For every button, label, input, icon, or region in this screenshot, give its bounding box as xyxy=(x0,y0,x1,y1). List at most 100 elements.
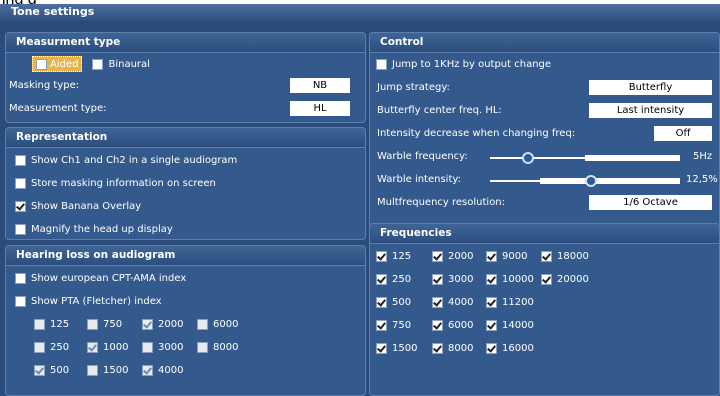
pta-index-option[interactable]: Show PTA (Fletcher) index xyxy=(15,293,162,309)
frequency-18000[interactable]: 18000 xyxy=(541,248,589,264)
frequency-11200-checkbox[interactable] xyxy=(486,296,497,308)
warble-intensity-bar xyxy=(540,178,680,184)
hl-freq-500[interactable]: 500 xyxy=(34,362,69,378)
intensity-decrease-field[interactable]: Off xyxy=(654,126,712,141)
butterfly-center-field[interactable]: Last intensity xyxy=(589,103,712,118)
hl-freq-3000[interactable]: 3000 xyxy=(142,339,183,355)
frequency-10000-checkbox[interactable] xyxy=(486,273,497,285)
warble-frequency-track[interactable] xyxy=(490,157,585,159)
warble-frequency-slider-handle[interactable] xyxy=(522,152,534,164)
jump-1khz-checkbox[interactable] xyxy=(376,58,387,70)
frequency-8000[interactable]: 8000 xyxy=(432,340,473,356)
hl-freq-1500-checkbox[interactable] xyxy=(87,364,98,376)
frequency-9000[interactable]: 9000 xyxy=(486,248,527,264)
frequency-2000[interactable]: 2000 xyxy=(432,248,473,264)
hl-freq-8000-checkbox[interactable] xyxy=(197,341,208,353)
european-index-option[interactable]: Show european CPT-AMA index xyxy=(15,270,186,286)
frequency-125-checkbox[interactable] xyxy=(376,250,387,262)
representation-option-3-checkbox[interactable] xyxy=(15,200,26,212)
jump-strategy-field[interactable]: Butterfly xyxy=(589,80,712,95)
frequency-500[interactable]: 500 xyxy=(376,294,411,310)
representation-option-4[interactable]: Magnify the head up display xyxy=(15,221,173,237)
frequency-11200[interactable]: 11200 xyxy=(486,294,534,310)
hl-freq-250-checkbox[interactable] xyxy=(34,341,45,353)
frequency-750-checkbox[interactable] xyxy=(376,319,387,331)
frequency-250[interactable]: 250 xyxy=(376,271,411,287)
hl-freq-125-checkbox[interactable] xyxy=(34,318,45,330)
european-index-checkbox[interactable] xyxy=(15,272,26,284)
representation-option-1-checkbox[interactable] xyxy=(15,154,26,166)
hl-freq-1500[interactable]: 1500 xyxy=(87,362,128,378)
hl-freq-4000-label: 4000 xyxy=(158,364,184,376)
frequency-3000-checkbox[interactable] xyxy=(432,273,443,285)
representation-option-2-checkbox[interactable] xyxy=(15,177,26,189)
frequency-6000-checkbox[interactable] xyxy=(432,319,443,331)
masking-type-field[interactable]: NB xyxy=(290,78,350,93)
frequency-18000-checkbox[interactable] xyxy=(541,250,552,262)
frequency-14000-checkbox[interactable] xyxy=(486,319,497,331)
representation-option-1[interactable]: Show Ch1 and Ch2 in a single audiogram xyxy=(15,152,237,168)
frequency-125[interactable]: 125 xyxy=(376,248,411,264)
multifrequency-field[interactable]: 1/6 Octave xyxy=(589,195,712,210)
frequency-250-checkbox[interactable] xyxy=(376,273,387,285)
frequency-20000[interactable]: 20000 xyxy=(541,271,589,287)
hl-freq-3000-label: 3000 xyxy=(158,341,184,353)
hl-freq-6000-label: 6000 xyxy=(213,318,239,330)
frequency-750-label: 750 xyxy=(392,319,412,331)
aided-checkbox[interactable]: Aided xyxy=(32,56,83,72)
frequency-6000[interactable]: 6000 xyxy=(432,317,473,333)
frequency-16000[interactable]: 16000 xyxy=(486,340,534,356)
hl-freq-1000-checkbox[interactable] xyxy=(87,341,98,353)
hl-freq-4000[interactable]: 4000 xyxy=(142,362,183,378)
warble-intensity-slider-handle[interactable] xyxy=(584,175,597,187)
frequency-2000-checkbox[interactable] xyxy=(432,250,443,262)
pta-index-checkbox[interactable] xyxy=(15,295,26,307)
frequency-20000-checkbox[interactable] xyxy=(541,273,552,285)
frequency-9000-checkbox[interactable] xyxy=(486,250,497,262)
frequency-1500[interactable]: 1500 xyxy=(376,340,417,356)
hl-freq-2000[interactable]: 2000 xyxy=(142,316,183,332)
hl-freq-250[interactable]: 250 xyxy=(34,339,69,355)
jump-1khz-option[interactable]: Jump to 1KHz by output change xyxy=(376,56,551,72)
binaural-checkbox[interactable] xyxy=(92,58,104,70)
hl-freq-750-checkbox[interactable] xyxy=(87,318,98,330)
warble-intensity-track[interactable] xyxy=(490,180,540,182)
representation-option-2-label: Store masking information on screen xyxy=(31,177,216,189)
hl-freq-750[interactable]: 750 xyxy=(87,316,122,332)
hl-freq-8000[interactable]: 8000 xyxy=(197,339,238,355)
hl-freq-4000-checkbox[interactable] xyxy=(142,364,153,376)
representation-header: Representation xyxy=(6,128,365,148)
aided-check-box[interactable] xyxy=(36,58,47,70)
masking-type-label: Masking type: xyxy=(9,80,80,91)
hl-freq-6000[interactable]: 6000 xyxy=(197,316,238,332)
frequency-8000-checkbox[interactable] xyxy=(432,342,443,354)
frequency-14000[interactable]: 14000 xyxy=(486,317,534,333)
frequency-10000[interactable]: 10000 xyxy=(486,271,534,287)
frequency-750[interactable]: 750 xyxy=(376,317,411,333)
pta-index-label: Show PTA (Fletcher) index xyxy=(31,295,162,307)
warble-intensity-value: 12,5% xyxy=(686,174,718,185)
frequency-3000[interactable]: 3000 xyxy=(432,271,473,287)
hl-freq-125[interactable]: 125 xyxy=(34,316,69,332)
hl-freq-6000-checkbox[interactable] xyxy=(197,318,208,330)
hearing-loss-header: Hearing loss on audiogram xyxy=(6,246,365,266)
frequency-4000[interactable]: 4000 xyxy=(432,294,473,310)
representation-option-4-label: Magnify the head up display xyxy=(31,223,173,235)
hl-freq-2000-label: 2000 xyxy=(158,318,184,330)
frequency-500-checkbox[interactable] xyxy=(376,296,387,308)
warble-frequency-value: 5Hz xyxy=(693,151,713,162)
hearing-loss-panel: Hearing loss on audiogram Show european … xyxy=(5,245,366,396)
frequency-16000-checkbox[interactable] xyxy=(486,342,497,354)
hl-freq-1000[interactable]: 1000 xyxy=(87,339,128,355)
representation-option-2[interactable]: Store masking information on screen xyxy=(15,175,216,191)
frequency-4000-checkbox[interactable] xyxy=(432,296,443,308)
measurement-type-field[interactable]: HL xyxy=(290,101,350,116)
hl-freq-500-checkbox[interactable] xyxy=(34,364,45,376)
representation-option-3[interactable]: Show Banana Overlay xyxy=(15,198,141,214)
representation-option-4-checkbox[interactable] xyxy=(15,223,26,235)
settings-area: Measurment type Aided Binaural Masking t… xyxy=(0,21,720,396)
hl-freq-2000-checkbox[interactable] xyxy=(142,318,153,330)
frequency-1500-checkbox[interactable] xyxy=(376,342,387,354)
warble-intensity-label: Warble intensity: xyxy=(377,174,461,185)
hl-freq-3000-checkbox[interactable] xyxy=(142,341,153,353)
